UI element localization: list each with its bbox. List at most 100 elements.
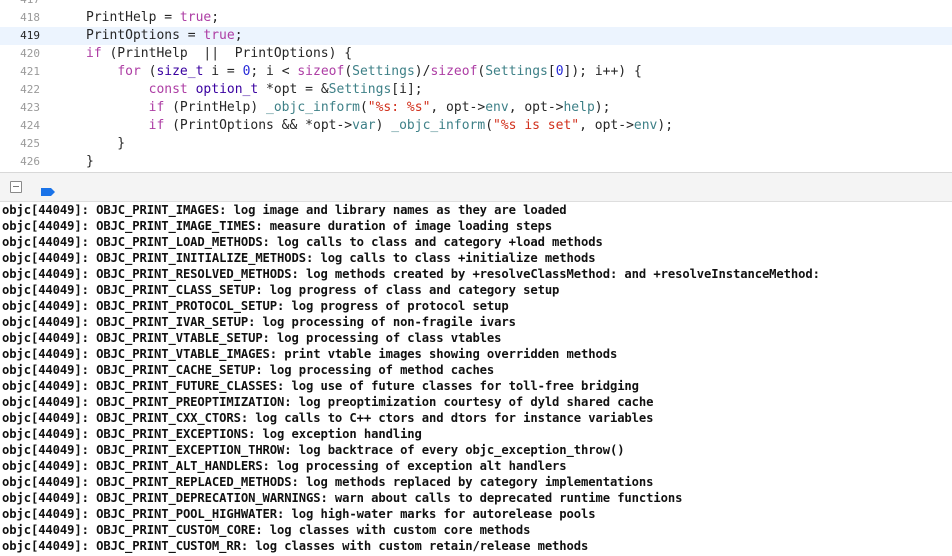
code-token: [ — [547, 64, 556, 79]
code-token: env — [633, 118, 658, 133]
line-number: 423 — [20, 101, 40, 114]
code-token: if — [148, 118, 165, 133]
breakpoint-arrow-icon — [41, 188, 55, 196]
console-line: objc[44049]: OBJC_PRINT_FUTURE_CLASSES: … — [2, 379, 639, 393]
code-line[interactable]: 424 if (PrintOptions && *opt->var) _objc… — [0, 117, 952, 135]
code-text: for (size_t i = 0; i < sizeof(Settings)/… — [86, 63, 642, 81]
code-line[interactable]: 420 if (PrintHelp || PrintOptions) { — [0, 45, 952, 63]
code-token: } — [86, 154, 94, 169]
line-number: 417 — [0, 0, 40, 9]
code-token: const — [148, 82, 188, 97]
code-line[interactable]: 418 PrintHelp = true; — [0, 9, 952, 27]
code-line[interactable]: 426} — [0, 153, 952, 171]
console-line: objc[44049]: OBJC_PRINT_LOAD_METHODS: lo… — [2, 235, 603, 249]
code-token: ); — [657, 118, 674, 133]
console-line: objc[44049]: OBJC_PRINT_EXCEPTION_THROW:… — [2, 443, 625, 457]
breakpoints-toggle-icon[interactable] — [40, 182, 56, 201]
code-text: } — [86, 153, 94, 171]
code-text: } — [86, 135, 125, 153]
code-token: true — [179, 10, 212, 25]
code-token: help — [563, 100, 595, 115]
code-token: ( — [359, 100, 368, 115]
hide-debug-area-icon[interactable] — [10, 181, 22, 193]
code-token: i = — [203, 64, 243, 79]
code-text: PrintOptions = true; — [86, 27, 243, 45]
console-line: objc[44049]: OBJC_PRINT_VTABLE_IMAGES: p… — [2, 347, 618, 361]
console-line: objc[44049]: OBJC_PRINT_PREOPTIMIZATION:… — [2, 395, 654, 409]
code-token: ); — [594, 100, 611, 115]
code-line[interactable]: 419 PrintOptions = true; — [0, 27, 952, 45]
code-token: if — [148, 100, 165, 115]
code-token: ( — [344, 64, 353, 79]
console-line: objc[44049]: OBJC_PRINT_CUSTOM_RR: log c… — [2, 539, 589, 553]
console-line: objc[44049]: OBJC_PRINT_RESOLVED_METHODS… — [2, 267, 820, 281]
console-line: objc[44049]: OBJC_PRINT_IMAGES: log imag… — [2, 203, 567, 217]
line-number: 418 — [20, 11, 40, 24]
console-line: objc[44049]: OBJC_PRINT_CACHE_SETUP: log… — [2, 363, 495, 377]
code-token: , opt-> — [430, 100, 486, 115]
console-line: objc[44049]: OBJC_PRINT_CLASS_SETUP: log… — [2, 283, 560, 297]
console-line: objc[44049]: OBJC_PRINT_PROTOCOL_SETUP: … — [2, 299, 509, 313]
console-line: objc[44049]: OBJC_PRINT_CXX_CTORS: log c… — [2, 411, 654, 425]
code-token: sizeof — [297, 64, 345, 79]
console-line: objc[44049]: OBJC_PRINT_EXCEPTIONS: log … — [2, 427, 422, 441]
code-token: if — [86, 46, 102, 61]
line-number: 426 — [20, 155, 40, 168]
console-line: objc[44049]: OBJC_PRINT_IMAGE_TIMES: mea… — [2, 219, 553, 233]
code-token: true — [203, 28, 235, 43]
source-editor[interactable]: 417 418 PrintHelp = true; 419 PrintOptions =… — [0, 0, 952, 172]
code-text: if (PrintOptions && *opt->var) _objc_inf… — [86, 117, 673, 135]
code-token: ) — [375, 118, 392, 133]
code-line[interactable]: 425 } — [0, 135, 952, 153]
code-token: ; — [234, 28, 243, 43]
console-line: objc[44049]: OBJC_PRINT_POOL_HIGHWATER: … — [2, 507, 596, 521]
code-token: Settings — [352, 64, 415, 79]
code-text: if (PrintHelp || PrintOptions) { — [86, 45, 352, 63]
code-token: env — [485, 100, 509, 115]
debug-bar — [0, 172, 952, 202]
code-token: , opt-> — [579, 118, 634, 133]
console-line: objc[44049]: OBJC_PRINT_DEPRECATION_WARN… — [2, 491, 683, 505]
console-line: objc[44049]: OBJC_PRINT_CUSTOM_CORE: log… — [2, 523, 531, 537]
code-text: PrintHelp = true; — [86, 9, 219, 27]
code-token: PrintHelp = — [86, 10, 180, 25]
code-token: size_t — [156, 64, 204, 79]
console-line: objc[44049]: OBJC_PRINT_VTABLE_SETUP: lo… — [2, 331, 502, 345]
code-text: const option_t *opt = &Settings[i]; — [86, 81, 423, 99]
code-line[interactable]: 422 const option_t *opt = &Settings[i]; — [0, 81, 952, 99]
code-token: ( — [485, 118, 494, 133]
console-line: objc[44049]: OBJC_PRINT_REPLACED_METHODS… — [2, 475, 654, 489]
console-output[interactable]: objc[44049]: OBJC_PRINT_IMAGES: log imag… — [0, 202, 952, 556]
code-token: )/ — [414, 64, 431, 79]
code-token: ( — [140, 64, 157, 79]
code-token: (PrintHelp) — [164, 100, 267, 115]
console-line: objc[44049]: OBJC_PRINT_IVAR_SETUP: log … — [2, 315, 516, 329]
code-token: , opt-> — [508, 100, 564, 115]
code-token: Settings — [485, 64, 548, 79]
console-line: objc[44049]: OBJC_PRINT_ALT_HANDLERS: lo… — [2, 459, 567, 473]
line-number: 421 — [20, 65, 40, 78]
code-token: 0 — [555, 64, 564, 79]
code-token: [i]; — [391, 82, 423, 97]
code-text: if (PrintHelp) _objc_inform("%s: %s", op… — [86, 99, 611, 117]
code-token: ; i < — [250, 64, 298, 79]
line-number: 424 — [20, 119, 40, 132]
code-token: Settings — [328, 82, 392, 97]
code-line[interactable]: 421 for (size_t i = 0; i < sizeof(Settin… — [0, 63, 952, 81]
code-token: var — [352, 118, 376, 133]
code-token: ]); i++) { — [563, 64, 642, 79]
code-token: "%s is set" — [493, 118, 580, 133]
code-token: _objc_inform — [266, 100, 360, 115]
code-token: (PrintOptions && *opt-> — [164, 118, 353, 133]
code-token: sizeof — [430, 64, 478, 79]
code-line[interactable]: 417 — [0, 0, 952, 9]
code-token: "%s: %s" — [367, 100, 431, 115]
code-line[interactable]: 423 if (PrintHelp) _objc_inform("%s: %s"… — [0, 99, 952, 117]
line-number: 420 — [20, 47, 40, 60]
code-token: (PrintHelp || PrintOptions) { — [101, 46, 353, 61]
code-token: PrintOptions = — [86, 28, 204, 43]
